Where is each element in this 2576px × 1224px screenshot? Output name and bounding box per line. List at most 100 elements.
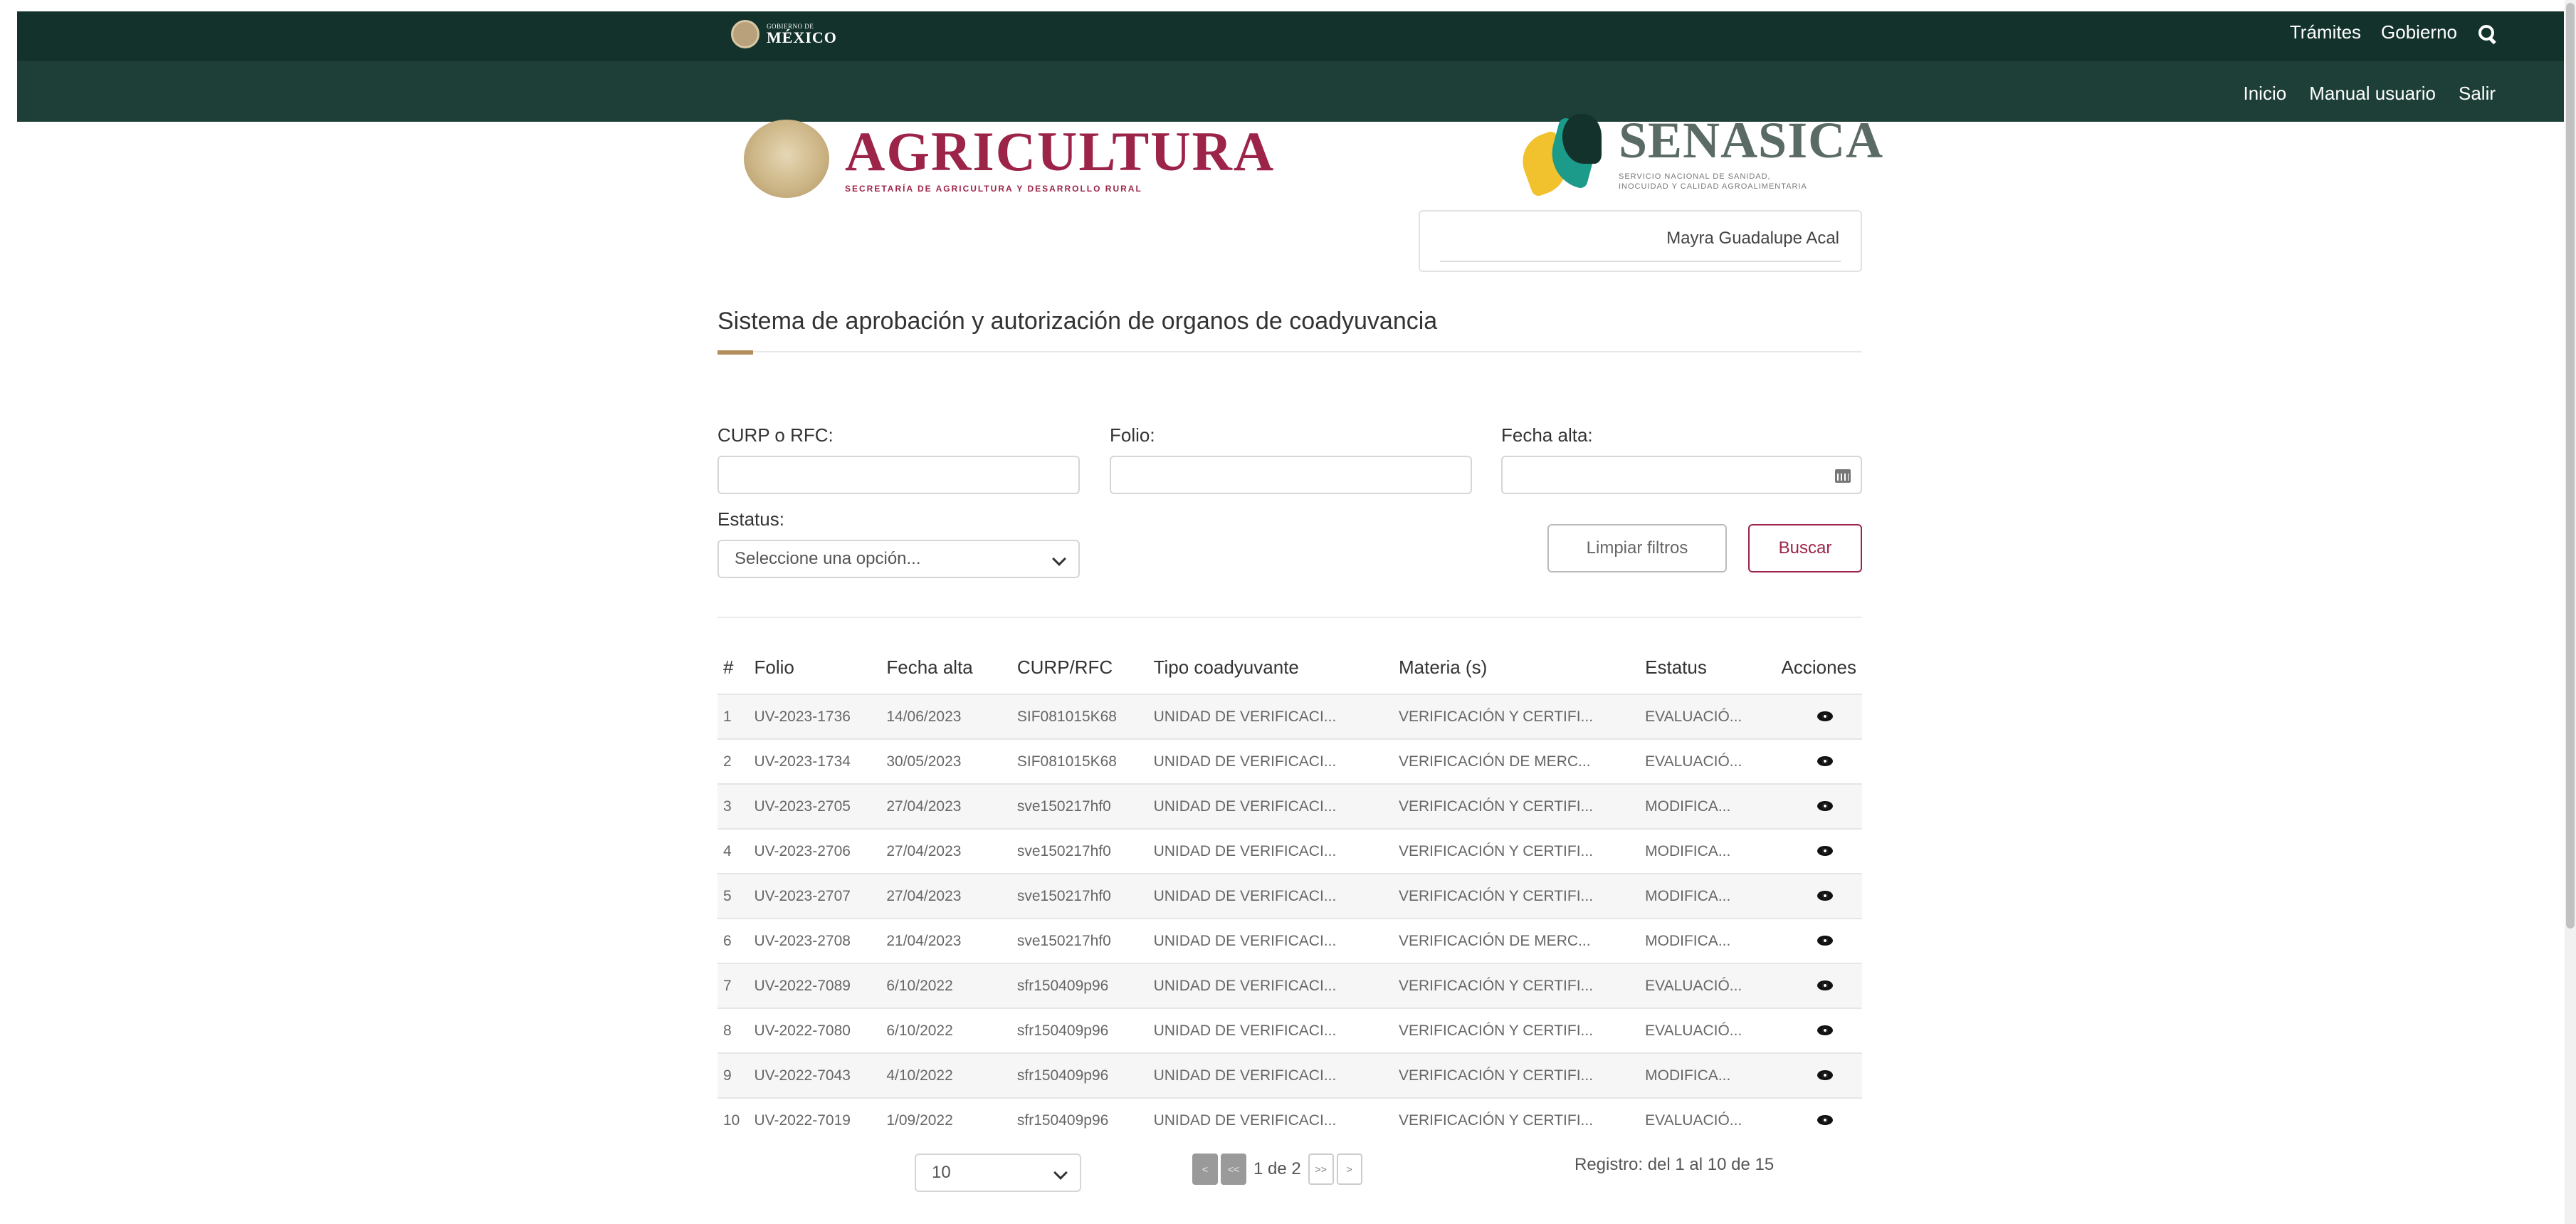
view-eye-icon[interactable] <box>1817 1025 1833 1035</box>
row-materia: VERIFICACIÓN Y CERTIFI... <box>1393 1097 1640 1142</box>
row-folio: UV-2023-1736 <box>748 694 881 739</box>
page-size-select[interactable]: 10 <box>915 1154 1081 1192</box>
fecha-alta-input[interactable] <box>1501 456 1862 494</box>
row-tipo-coadyuvante: UNIDAD DE VERIFICACI... <box>1147 1052 1393 1098</box>
row-acciones <box>1775 1097 1862 1142</box>
curp-label: CURP o RFC: <box>717 424 834 446</box>
row-number: 1 <box>717 694 749 739</box>
row-acciones <box>1775 694 1862 739</box>
table-row: 10 UV-2022-7019 1/09/2022 sfr150409p96 UNIDA… <box>717 1097 1862 1142</box>
view-eye-icon[interactable] <box>1817 935 1833 946</box>
row-estatus: MODIFICA... <box>1639 873 1776 919</box>
view-eye-icon[interactable] <box>1817 800 1833 811</box>
table-row: 6 UV-2023-2708 21/04/2023 sve150217hf0 UNIDA… <box>717 918 1862 963</box>
manual-usuario-link[interactable]: Manual usuario <box>2309 83 2436 105</box>
agricultura-seal-icon <box>744 120 829 198</box>
estatus-select[interactable]: Seleccione una opción... <box>717 540 1080 578</box>
view-eye-icon[interactable] <box>1817 890 1833 901</box>
view-eye-icon[interactable] <box>1817 1069 1833 1080</box>
row-folio: UV-2023-2708 <box>748 918 881 963</box>
view-eye-icon[interactable] <box>1817 755 1833 766</box>
row-estatus: MODIFICA... <box>1639 1052 1776 1098</box>
limpiar-filtros-button[interactable]: Limpiar filtros <box>1547 524 1727 572</box>
col-header-fecha-alta: Fecha alta <box>886 656 973 678</box>
row-acciones <box>1775 738 1862 784</box>
col-header-estatus: Estatus <box>1645 656 1707 678</box>
title-divider <box>717 351 1862 352</box>
row-curp-rfc: sfr150409p96 <box>1011 1097 1148 1142</box>
row-folio: UV-2023-1734 <box>748 738 881 784</box>
search-icon[interactable] <box>2477 23 2496 42</box>
scrollbar-thumb[interactable] <box>2566 3 2575 929</box>
senasica-logo: SENASICA SERVICIO NACIONAL DE SANIDAD, I… <box>1515 114 1883 198</box>
row-fecha-alta: 14/06/2023 <box>880 694 1011 739</box>
agricultura-logo: AGRICULTURA SECRETARÍA DE AGRICULTURA Y … <box>744 120 1275 198</box>
table-row: 7 UV-2022-7089 6/10/2022 sfr150409p96 UNIDAD… <box>717 963 1862 1008</box>
prev-page-button[interactable]: < <box>1192 1154 1218 1185</box>
top-links: Trámites Gobierno <box>2290 21 2496 43</box>
last-page-button[interactable]: >> <box>1308 1154 1334 1185</box>
row-fecha-alta: 4/10/2022 <box>880 1052 1011 1098</box>
gobierno-mexico-logo[interactable]: GOBIERNO DE MÉXICO <box>731 20 837 48</box>
curp-input[interactable] <box>717 456 1080 494</box>
row-tipo-coadyuvante: UNIDAD DE VERIFICACI... <box>1147 918 1393 963</box>
pagination: < << 1 de 2 >> > <box>1192 1154 1362 1185</box>
row-tipo-coadyuvante: UNIDAD DE VERIFICACI... <box>1147 738 1393 784</box>
user-box: Mayra Guadalupe Acal <box>1419 210 1862 272</box>
table-row: 5 UV-2023-2707 27/04/2023 sve150217hf0 UNIDA… <box>717 873 1862 919</box>
row-curp-rfc: sfr150409p96 <box>1011 963 1148 1008</box>
senasica-mark-icon <box>1515 114 1609 198</box>
estatus-selected-value: Seleccione una opción... <box>735 549 921 568</box>
section-divider <box>717 617 1862 618</box>
row-materia: VERIFICACIÓN Y CERTIFI... <box>1393 873 1640 919</box>
row-number: 2 <box>717 738 749 784</box>
row-materia: VERIFICACIÓN Y CERTIFI... <box>1393 828 1640 874</box>
view-eye-icon[interactable] <box>1817 845 1833 856</box>
row-curp-rfc: SIF081015K68 <box>1011 738 1148 784</box>
page-indicator: 1 de 2 <box>1253 1159 1301 1178</box>
salir-link[interactable]: Salir <box>2459 83 2496 105</box>
row-fecha-alta: 6/10/2022 <box>880 1008 1011 1053</box>
first-page-button[interactable]: << <box>1221 1154 1246 1185</box>
inicio-link[interactable]: Inicio <box>2244 83 2287 105</box>
view-eye-icon[interactable] <box>1817 980 1833 990</box>
chevron-down-icon <box>1053 1166 1068 1180</box>
row-folio: UV-2023-2706 <box>748 828 881 874</box>
table-row: 2 UV-2023-1734 30/05/2023 SIF081015K68 UNIDA… <box>717 738 1862 784</box>
row-estatus: MODIFICA... <box>1639 783 1776 829</box>
folio-label: Folio: <box>1110 424 1155 446</box>
row-tipo-coadyuvante: UNIDAD DE VERIFICACI... <box>1147 828 1393 874</box>
table-row: 4 UV-2023-2706 27/04/2023 sve150217hf0 UNIDA… <box>717 828 1862 874</box>
row-estatus: EVALUACIÓ... <box>1639 738 1776 784</box>
tramites-link[interactable]: Trámites <box>2290 21 2361 43</box>
chevron-down-icon <box>1052 552 1066 566</box>
row-acciones <box>1775 783 1862 829</box>
scrollbar-track[interactable] <box>2565 0 2576 1224</box>
calendar-icon[interactable] <box>1835 467 1851 483</box>
row-curp-rfc: sve150217hf0 <box>1011 873 1148 919</box>
row-curp-rfc: sfr150409p96 <box>1011 1052 1148 1098</box>
row-number: 6 <box>717 918 749 963</box>
row-folio: UV-2023-2705 <box>748 783 881 829</box>
gobierno-link[interactable]: Gobierno <box>2381 21 2457 43</box>
row-materia: VERIFICACIÓN Y CERTIFI... <box>1393 783 1640 829</box>
row-acciones <box>1775 1052 1862 1098</box>
row-tipo-coadyuvante: UNIDAD DE VERIFICACI... <box>1147 694 1393 739</box>
row-curp-rfc: sve150217hf0 <box>1011 783 1148 829</box>
col-header-acciones: Acciones <box>1781 656 1857 678</box>
row-number: 9 <box>717 1052 749 1098</box>
sub-navbar: Inicio Manual usuario Salir <box>17 61 2564 122</box>
row-estatus: MODIFICA... <box>1639 918 1776 963</box>
buscar-button[interactable]: Buscar <box>1748 524 1862 572</box>
results-table: # Folio Fecha alta CURP/RFC Tipo coadyuv… <box>717 641 1862 1142</box>
view-eye-icon[interactable] <box>1817 1114 1833 1125</box>
col-header-materia: Materia (s) <box>1399 656 1488 678</box>
view-eye-icon[interactable] <box>1817 711 1833 721</box>
folio-input[interactable] <box>1110 456 1472 494</box>
row-estatus: EVALUACIÓ... <box>1639 1008 1776 1053</box>
col-header-folio: Folio <box>754 656 794 678</box>
agricultura-logo-text: AGRICULTURA <box>845 120 1276 182</box>
row-number: 4 <box>717 828 749 874</box>
next-page-button[interactable]: > <box>1336 1154 1362 1185</box>
row-folio: UV-2022-7043 <box>748 1052 881 1098</box>
